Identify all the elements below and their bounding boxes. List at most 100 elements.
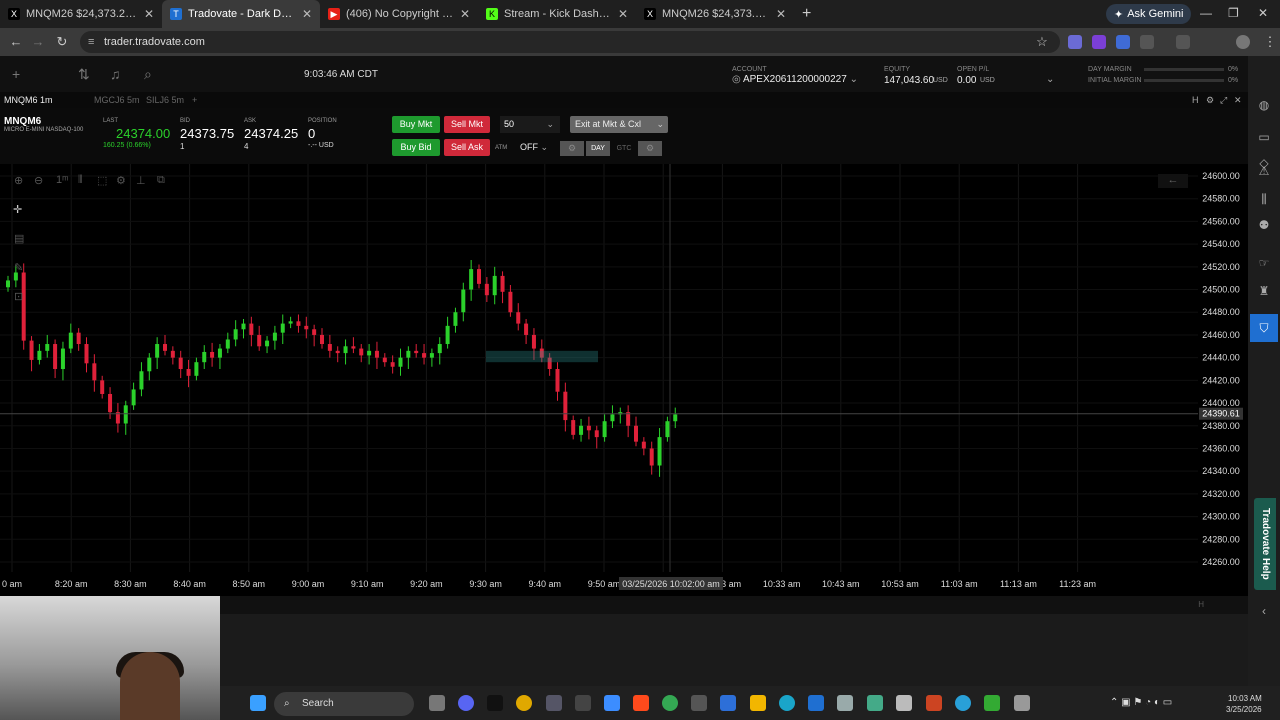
edge-icon[interactable] [779,695,795,711]
chrome-icon[interactable] [662,695,678,711]
taskbar-time[interactable]: 10:03 AM [1228,694,1262,703]
chevron-left-icon[interactable]: ‹ [1256,604,1272,620]
site-info-icon[interactable]: ≡ [88,31,94,53]
template-icon[interactable]: ⧉ [157,174,165,187]
app-icon[interactable] [458,695,474,711]
app-icon[interactable] [1014,695,1030,711]
app-icon[interactable] [896,695,912,711]
browser-tab-3[interactable]: ▶ (406) No Copyright Lo-Fi M ✕ [320,0,478,28]
url-field[interactable]: ≡ trader.tradovate.com [80,31,1060,53]
task-view-icon[interactable] [429,695,445,711]
buy-bid-button[interactable]: Buy Bid [392,139,440,156]
price-chart[interactable]: 24600.00 24580.00 24560.00 24540.00 24520.00… [0,164,1248,596]
shield-icon[interactable]: ⛉ [1250,314,1278,342]
maximize-icon[interactable]: ❐ [1228,6,1239,20]
chrome-icon[interactable] [516,695,532,711]
close-tab-icon[interactable]: ✕ [460,7,470,21]
order-flow-icon[interactable]: ⇅ [78,66,90,83]
bell-icon[interactable]: ♫ [110,66,121,82]
browser-tab-2[interactable]: T Tradovate - Dark Default ✕ [162,0,320,28]
select-icon[interactable]: ⬚ [97,174,107,187]
sell-ask-button[interactable]: Sell Ask [444,139,490,156]
warning-icon[interactable]: ⚠ [1256,164,1272,180]
system-tray-icons[interactable]: ⌃ ▣ ⚑ ◔ ◐ ▭ [1110,697,1172,708]
gear-icon[interactable]: ⚙ [560,141,584,156]
header-icon[interactable]: H [1192,95,1199,105]
app-icon[interactable] [487,695,503,711]
close-tab-icon[interactable]: ✕ [302,7,312,21]
crosshair-icon[interactable]: ✛ [13,203,22,216]
symbol[interactable]: MNQM6 [4,116,41,127]
taskbar-search[interactable]: ⌕ Search [274,692,414,716]
bars-icon[interactable]: ⫼ [1256,192,1272,208]
extension-icon[interactable] [1068,35,1082,49]
close-window-icon[interactable]: ✕ [1258,6,1268,20]
chart-svg[interactable]: 24600.00 24580.00 24560.00 24540.00 24520.00… [0,164,1248,596]
draw-icon[interactable]: ✎ [14,261,23,274]
forward-icon[interactable]: → [26,34,50,49]
browser-menu-icon[interactable]: ⋮ [1258,34,1280,50]
tab-silj6[interactable]: SILJ6 5m [146,95,184,105]
gear-icon[interactable]: ⚙ [1206,95,1214,106]
indicators-icon[interactable]: ⊥ [136,174,146,187]
reload-icon[interactable]: ↻ [50,34,74,50]
popout-icon[interactable]: ⤢ [1220,95,1227,106]
trophy-icon[interactable]: ♜ [1256,284,1272,300]
ask-gemini-button[interactable]: ✦ Ask Gemini [1106,4,1192,24]
zoom-out-icon[interactable]: ⊖ [34,174,43,187]
app-icon[interactable] [808,695,824,711]
bookmark-star-icon[interactable]: ☆ [1030,34,1054,50]
app-icon[interactable] [691,695,707,711]
sidebar-icon[interactable] [1176,35,1190,49]
zoom-in-icon[interactable]: ⊕ [14,174,23,187]
telegram-icon[interactable] [955,695,971,711]
account-selector[interactable]: ◎ APEX20611200000227 ⌄ [732,74,858,85]
panel-header-icon[interactable]: H [1198,600,1204,609]
app-icon[interactable] [984,695,1000,711]
lock-icon[interactable]: ⊡ [14,290,23,303]
app-icon[interactable] [604,695,620,711]
chat-icon[interactable]: ▭ [1256,130,1272,146]
globe-icon[interactable]: ◍ [1256,98,1272,114]
sell-mkt-button[interactable]: Sell Mkt [444,116,490,133]
minimize-icon[interactable]: — [1200,6,1212,20]
day-button[interactable]: DAY [586,141,610,156]
notes-icon[interactable]: ▤ [14,232,24,245]
back-icon[interactable]: ← [4,34,28,49]
quantity-field[interactable]: 50 ⌄ [500,116,560,133]
gear-icon[interactable]: ⚙ [638,141,662,156]
tradovate-help-tab[interactable]: Tradovate Help [1254,498,1276,590]
app-icon[interactable] [546,695,562,711]
taskbar-date[interactable]: 3/25/2026 [1226,705,1262,714]
chevron-down-icon[interactable]: ⌄ [656,116,664,133]
browser-tab-5[interactable]: X MNQM26 $24,373.50 ▲ +0.66% ✕ [636,0,794,28]
app-icon[interactable] [720,695,736,711]
app-icon[interactable] [633,695,649,711]
timeframe-icon[interactable]: 1ᵐ [56,174,68,186]
close-icon[interactable]: ✕ [1234,95,1242,106]
close-tab-icon[interactable]: ✕ [144,7,154,21]
add-icon[interactable]: + [12,66,20,82]
chevron-down-icon[interactable]: ⌄ [1046,74,1054,85]
settings-icon[interactable]: ⚙ [116,174,126,187]
close-tab-icon[interactable]: ✕ [776,7,786,21]
search-icon[interactable]: ⌕ [144,66,152,83]
app-icon[interactable] [867,695,883,711]
users-icon[interactable]: ⚉ [1256,218,1272,234]
app-icon[interactable] [575,695,591,711]
tab-mnqm6[interactable]: MNQM6 1m [4,95,53,105]
extensions-puzzle-icon[interactable] [1140,35,1154,49]
add-tab-button[interactable]: + [192,95,197,105]
app-icon[interactable] [926,695,942,711]
browser-tab-1[interactable]: X MNQM26 $24,373.25 ▲ +0.66% ✕ [0,0,162,28]
bars-icon[interactable]: ⫴ [78,174,83,187]
tab-mgcj6[interactable]: MGCJ6 5m [94,95,140,105]
exit-at-mkt-button[interactable]: Exit at Mkt & Cxl ⌄ [570,116,668,133]
gtc-button[interactable]: GTC [612,141,636,156]
atm-selector[interactable]: OFF ⌄ [520,142,554,153]
extension-icon[interactable] [1116,35,1130,49]
close-tab-icon[interactable]: ✕ [618,7,628,21]
folder-icon[interactable] [750,695,766,711]
extension-icon[interactable] [1092,35,1106,49]
browser-tab-4[interactable]: K Stream - Kick Dashboard ✕ [478,0,636,28]
